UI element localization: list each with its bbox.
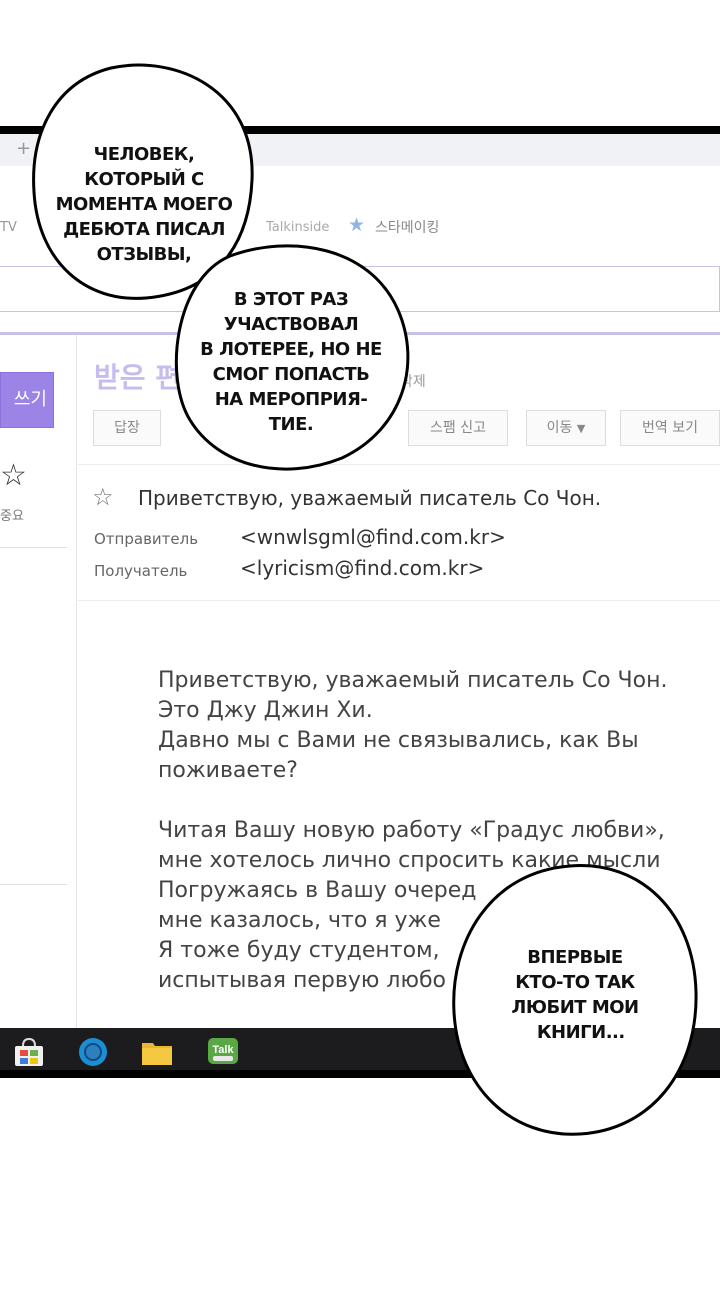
write-mail-button[interactable]: 쓰기	[0, 372, 54, 428]
header-divider	[78, 600, 720, 601]
speech-text-2: В ЭТОТ РАЗ УЧАСТВОВАЛ В ЛОТЕРЕЕ, НО НЕ С…	[200, 289, 382, 435]
sender-label: Отправитель	[94, 530, 199, 548]
sidebar-separator	[0, 884, 67, 885]
recipient-label: Получатель	[94, 562, 188, 580]
store-icon[interactable]	[12, 1037, 46, 1067]
bookmark-tv[interactable]: TV	[0, 220, 17, 235]
reply-button[interactable]: 답장	[93, 410, 161, 446]
bookmark-starmaking[interactable]: 스타메이킹	[375, 217, 439, 237]
inbox-title: 받은 편	[94, 361, 182, 394]
speech-text-3: ВПЕРВЫЕ КТО-ТО ТАК ЛЮБИТ МОИ КНИГИ...	[511, 947, 639, 1043]
move-label: 이동	[546, 420, 573, 436]
star-outline-icon[interactable]: ☆	[92, 483, 114, 511]
caret-down-icon: ▼	[576, 422, 586, 435]
talk-app-icon[interactable]: Talk	[206, 1037, 240, 1067]
mail-subject: Приветствую, уважаемый писатель Со Чон.	[138, 486, 602, 510]
recipient-address[interactable]: <lyricism@find.com.kr>	[240, 556, 484, 580]
translate-button[interactable]: 번역 보기	[620, 410, 720, 446]
spam-report-button[interactable]: 스팸 신고	[408, 410, 508, 446]
sender-address[interactable]: <wnwlsgml@find.com.kr>	[240, 525, 506, 549]
star-outline-icon[interactable]: ☆	[0, 458, 27, 493]
star-icon: ★	[348, 214, 366, 236]
talk-icon-label: Talk	[212, 1044, 234, 1056]
sidebar-item-important[interactable]: 중요	[0, 505, 24, 524]
move-button[interactable]: 이동 ▼	[526, 410, 606, 446]
sidebar-divider	[76, 335, 77, 1070]
sidebar-separator	[0, 547, 67, 548]
browser-icon[interactable]	[76, 1037, 110, 1067]
folder-icon[interactable]	[140, 1037, 174, 1067]
